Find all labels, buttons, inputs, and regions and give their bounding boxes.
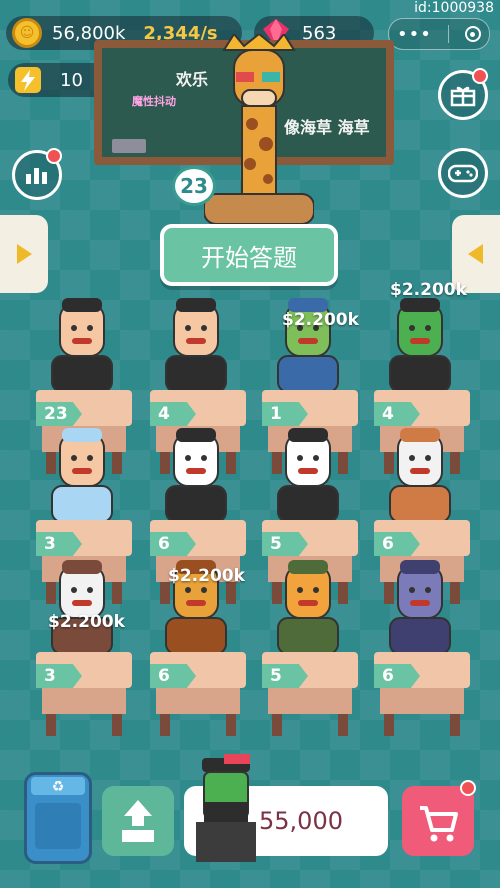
gift-icon [450, 86, 476, 107]
cart-icon [420, 806, 458, 842]
buy-price: 55,000 [259, 807, 343, 835]
triangle-right-icon [17, 244, 32, 264]
income-label: $2.200k [48, 612, 125, 632]
character-bowler-hat-man[interactable] [156, 294, 236, 394]
shop-button[interactable] [402, 786, 474, 856]
desk-level-tag: 5 [262, 664, 308, 688]
desk-front [156, 688, 240, 714]
recycle-bin-button[interactable]: ♻ [24, 772, 92, 864]
character-cat-soldier[interactable] [268, 556, 348, 656]
desk-level-tag: 23 [36, 402, 82, 426]
coin-icon: ☺ [12, 18, 42, 48]
desk[interactable]: 5 [262, 652, 358, 784]
recycle-icon: ♻ [31, 777, 85, 849]
game-stage: { "topbar": { "coins": "56,800k", "rate"… [0, 0, 500, 888]
desk-level-tag: 6 [374, 532, 420, 556]
desk-level-tag: 3 [36, 532, 82, 556]
desk-level-tag: 6 [374, 664, 420, 688]
character-penguin[interactable] [156, 424, 236, 524]
income-label: $2.200k [390, 280, 467, 300]
desk-leg [46, 714, 56, 736]
desk-leg [272, 714, 282, 736]
desk-level-tag: 3 [36, 664, 82, 688]
desk-level-tag: 4 [374, 402, 420, 426]
lightning-icon [15, 67, 41, 93]
character-dog-brown[interactable] [380, 424, 460, 524]
income-label: $2.200k [282, 310, 359, 330]
desk-leg [112, 714, 122, 736]
game-center-button[interactable] [438, 148, 488, 198]
desk-front [268, 688, 352, 714]
prev-arrow-button[interactable] [0, 215, 48, 293]
character-curly-hair-man[interactable] [42, 294, 122, 394]
desk[interactable]: 3 [36, 652, 132, 784]
eraser [112, 139, 146, 153]
upload-icon [122, 800, 154, 842]
teacher-giraffe[interactable] [204, 34, 314, 224]
character-buffalo[interactable] [380, 556, 460, 656]
desk-front [380, 688, 464, 714]
character-frog[interactable] [268, 294, 348, 394]
upgrade-button[interactable] [102, 786, 174, 856]
desk-level-tag: 4 [150, 402, 196, 426]
notification-dot [460, 780, 476, 796]
desk-level-tag: 5 [262, 532, 308, 556]
desk[interactable]: 6 [374, 652, 470, 784]
user-id: id:1000938 [414, 0, 494, 16]
triangle-left-icon [468, 244, 483, 264]
start-quiz-button[interactable]: 开始答题 [160, 224, 338, 286]
desk-front [42, 688, 126, 714]
desk-leg [384, 714, 394, 736]
close-icon[interactable] [464, 26, 481, 42]
notification-dot [472, 68, 488, 84]
desk-level-tag: 1 [262, 402, 308, 426]
more-icon[interactable]: ••• [397, 24, 432, 45]
miniprogram-capsule[interactable]: ••• [388, 18, 490, 50]
energy-amount: 10 [60, 69, 83, 91]
desk-leg [226, 714, 236, 736]
gamepad-icon [448, 164, 478, 183]
bar-chart-icon [26, 168, 47, 184]
desk-leg [160, 714, 170, 736]
teacher-level-badge: 23 [172, 166, 216, 206]
income-label: $2.200k [168, 566, 245, 586]
character-dog-white[interactable] [268, 424, 348, 524]
character-green-ogre-cap[interactable] [380, 294, 460, 394]
desk-level-tag: 6 [150, 532, 196, 556]
svg-text:♻: ♻ [52, 779, 65, 795]
buy-character-ogre [196, 754, 256, 862]
desk-leg [338, 714, 348, 736]
notification-dot [46, 148, 62, 164]
character-raccoon[interactable] [42, 556, 122, 656]
character-grandma[interactable] [42, 424, 122, 524]
desk-leg [450, 714, 460, 736]
board-text-2: 魔性抖动 [132, 95, 176, 108]
desk-level-tag: 6 [150, 664, 196, 688]
